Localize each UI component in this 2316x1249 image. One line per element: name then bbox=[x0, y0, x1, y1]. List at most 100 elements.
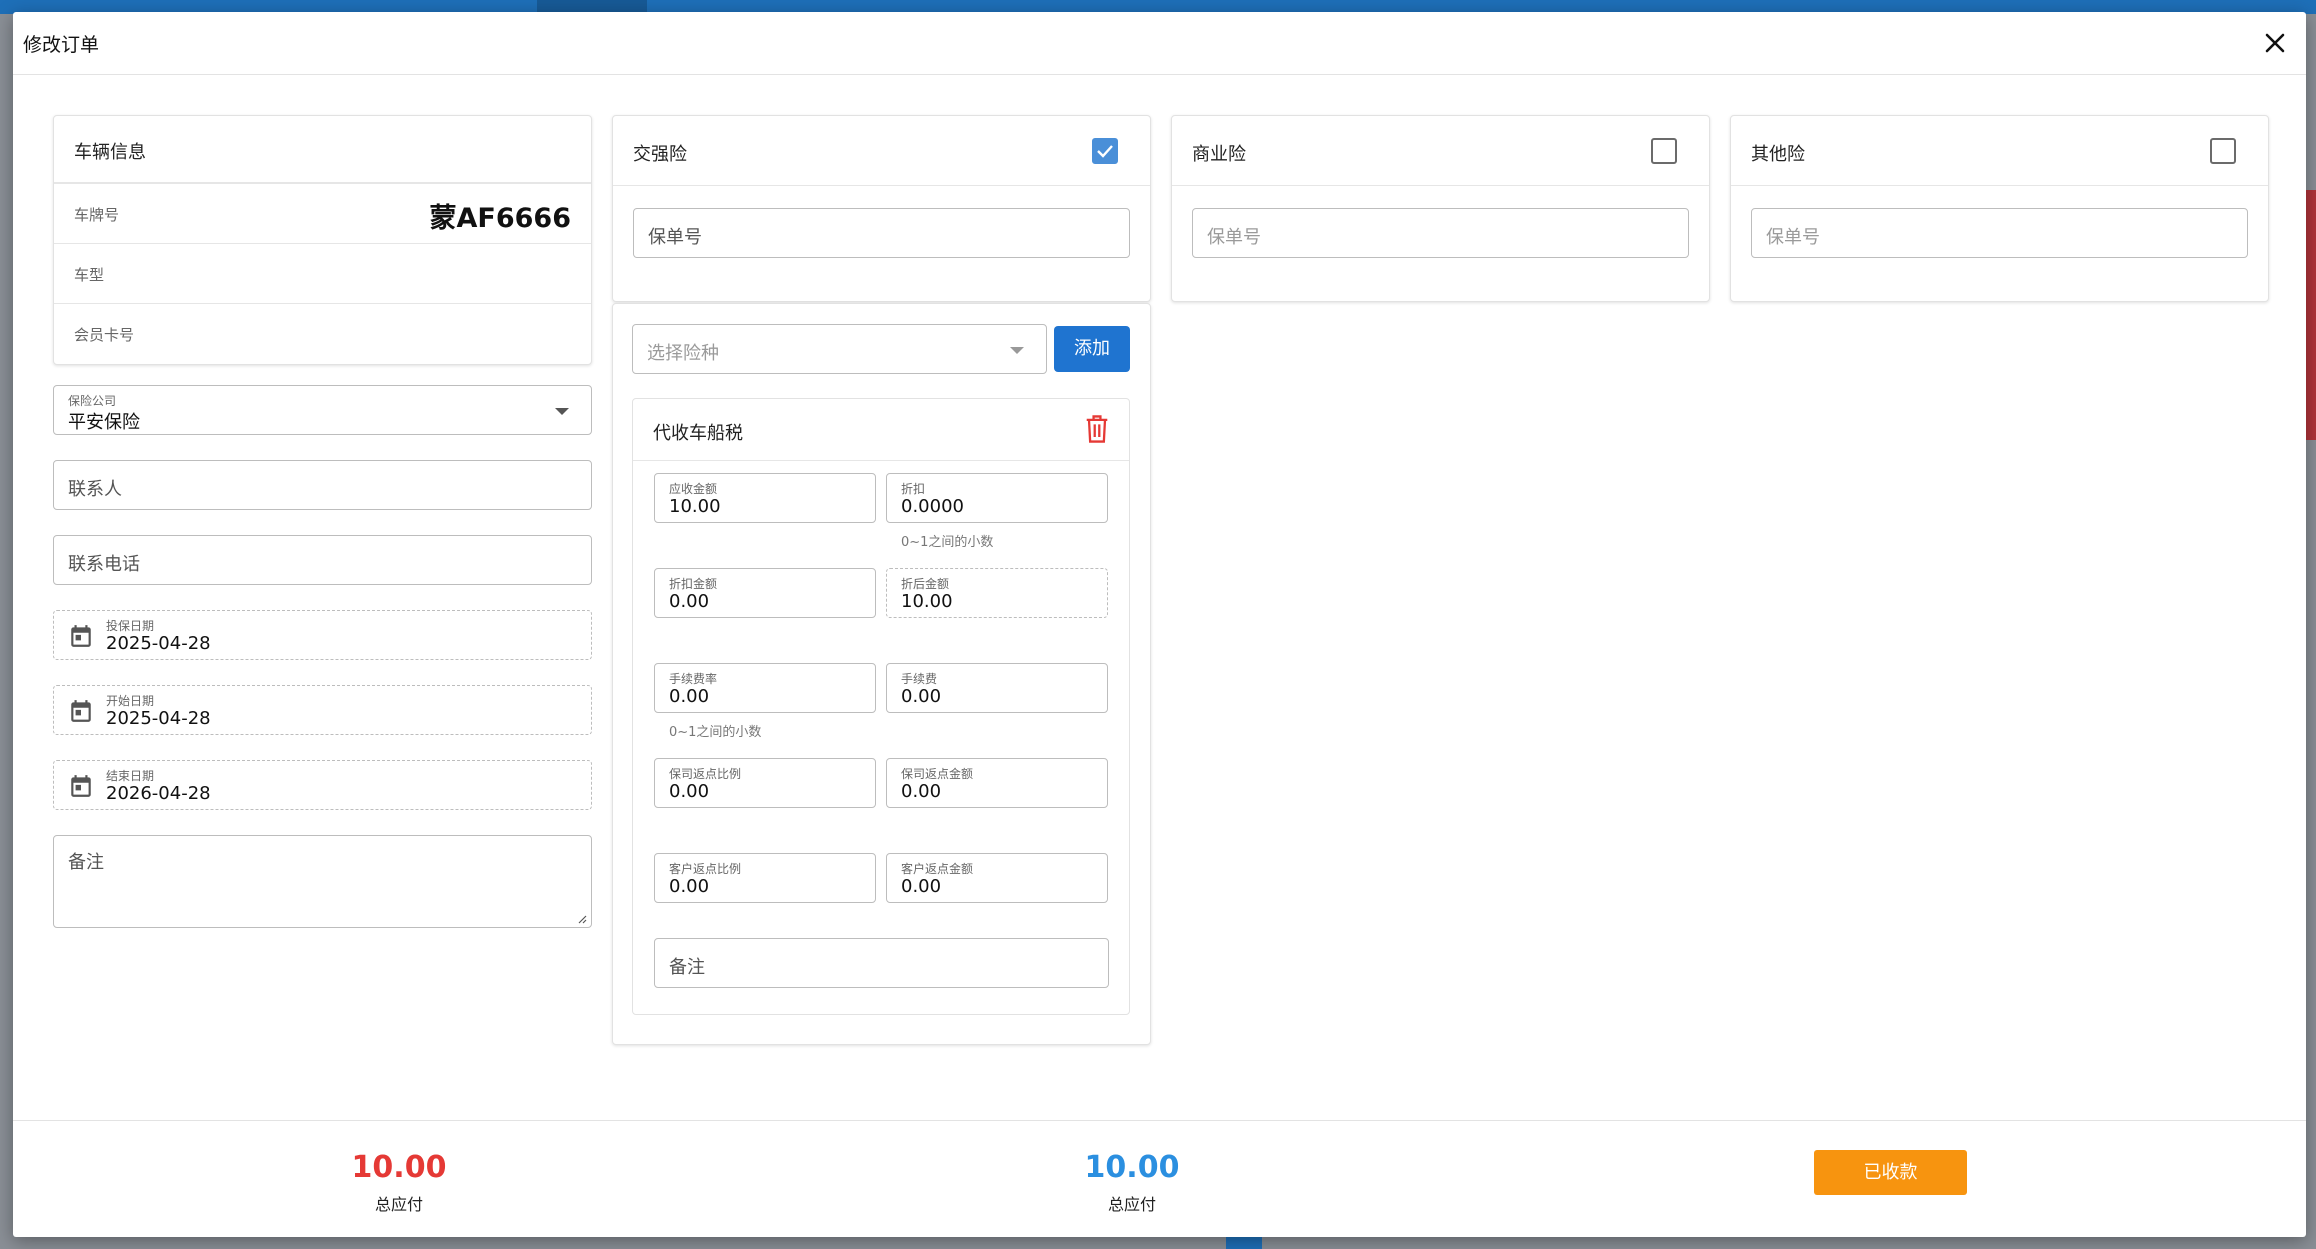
commercial-checkbox[interactable] bbox=[1651, 138, 1677, 164]
insure-date-field[interactable]: 投保日期 2025-04-28 bbox=[53, 610, 592, 660]
vehicle-tax-header: 代收车船税 bbox=[633, 399, 1129, 461]
coverage-type-select[interactable]: 选择险种 bbox=[632, 324, 1047, 374]
company-rebate-ratio-value: 0.00 bbox=[669, 781, 710, 802]
vehicle-info-header: 车辆信息 bbox=[54, 116, 591, 184]
resize-handle-icon[interactable] bbox=[577, 914, 587, 924]
insure-date-label: 投保日期 bbox=[106, 619, 155, 633]
end-date-field[interactable]: 结束日期 2026-04-28 bbox=[53, 760, 592, 810]
compulsory-insurance-card: 交强险 保单号 bbox=[612, 115, 1151, 302]
end-date-value: 2026-04-28 bbox=[106, 783, 211, 804]
start-date-value: 2025-04-28 bbox=[106, 708, 211, 729]
fee-rate-label: 手续费率 bbox=[669, 672, 718, 686]
fee-input[interactable]: 手续费 0.00 bbox=[886, 663, 1108, 713]
fee-rate-hint: 0~1之间的小数 bbox=[669, 725, 762, 740]
commercial-header: 商业险 bbox=[1172, 116, 1709, 186]
compulsory-header: 交强险 bbox=[613, 116, 1150, 186]
insurance-company-value: 平安保险 bbox=[68, 412, 140, 433]
phone-placeholder: 联系电话 bbox=[68, 554, 140, 575]
fee-label: 手续费 bbox=[901, 672, 938, 686]
discount-amount-value: 0.00 bbox=[669, 591, 710, 612]
commercial-title: 商业险 bbox=[1192, 144, 1246, 165]
customer-rebate-amount-value: 0.00 bbox=[901, 876, 942, 897]
insurance-company-label: 保险公司 bbox=[68, 394, 117, 408]
company-rebate-amount-input[interactable]: 保司返点金额 0.00 bbox=[886, 758, 1108, 808]
fee-value: 0.00 bbox=[901, 686, 942, 707]
start-date-field[interactable]: 开始日期 2025-04-28 bbox=[53, 685, 592, 735]
compulsory-checkbox[interactable] bbox=[1092, 138, 1118, 164]
discount-value: 0.0000 bbox=[901, 496, 964, 517]
member-row: 会员卡号 bbox=[54, 304, 591, 364]
close-button[interactable] bbox=[2256, 24, 2294, 62]
contact-input[interactable]: 联系人 bbox=[53, 460, 592, 510]
customer-rebate-ratio-label: 客户返点比例 bbox=[669, 862, 742, 876]
total-payable-1: 10.00 总应付 bbox=[299, 1150, 499, 1215]
receivable-amount-label: 应收金额 bbox=[669, 482, 718, 496]
fee-rate-value: 0.00 bbox=[669, 686, 710, 707]
compulsory-policy-placeholder: 保单号 bbox=[648, 227, 702, 248]
remark-textarea[interactable]: 备注 bbox=[53, 835, 592, 928]
customer-rebate-ratio-input[interactable]: 客户返点比例 0.00 bbox=[654, 853, 876, 903]
item-remark-input[interactable]: 备注 bbox=[654, 938, 1109, 988]
vehicle-info-card: 车辆信息 车牌号 蒙AF6666 车型 会员卡号 bbox=[53, 115, 592, 365]
after-discount-label: 折后金额 bbox=[901, 577, 950, 591]
dialog-title: 修改订单 bbox=[23, 34, 100, 56]
calendar-icon bbox=[71, 625, 91, 647]
calendar-icon bbox=[71, 700, 91, 722]
chevron-down-icon bbox=[555, 408, 569, 415]
vehicle-info-title: 车辆信息 bbox=[74, 142, 146, 163]
remark-placeholder: 备注 bbox=[68, 852, 104, 873]
discount-amount-input[interactable]: 折扣金额 0.00 bbox=[654, 568, 876, 618]
receivable-amount-input[interactable]: 应收金额 10.00 bbox=[654, 473, 876, 523]
insurance-company-select[interactable]: 保险公司 平安保险 bbox=[53, 385, 592, 435]
vehicle-tax-title: 代收车船税 bbox=[653, 423, 743, 444]
after-discount-value: 10.00 bbox=[901, 591, 953, 612]
customer-rebate-amount-input[interactable]: 客户返点金额 0.00 bbox=[886, 853, 1108, 903]
add-coverage-button[interactable]: 添加 bbox=[1054, 326, 1130, 372]
item-remark-placeholder: 备注 bbox=[669, 957, 705, 978]
receivable-amount-value: 10.00 bbox=[669, 496, 721, 517]
insure-date-value: 2025-04-28 bbox=[106, 633, 211, 654]
customer-rebate-ratio-value: 0.00 bbox=[669, 876, 710, 897]
discount-amount-label: 折扣金额 bbox=[669, 577, 718, 591]
total-payable-1-label: 总应付 bbox=[374, 1195, 423, 1214]
end-date-label: 结束日期 bbox=[106, 769, 155, 783]
total-payable-2: 10.00 总应付 bbox=[1032, 1150, 1232, 1215]
other-checkbox[interactable] bbox=[2210, 138, 2236, 164]
paid-button[interactable]: 已收款 bbox=[1814, 1150, 1967, 1195]
other-policy-input[interactable]: 保单号 bbox=[1751, 208, 2248, 258]
model-row: 车型 bbox=[54, 244, 591, 304]
calendar-icon bbox=[71, 775, 91, 797]
chevron-down-icon bbox=[1010, 347, 1024, 354]
customer-rebate-amount-label: 客户返点金额 bbox=[901, 862, 974, 876]
dialog-header: 修改订单 bbox=[13, 12, 2306, 75]
plate-value: 蒙AF6666 bbox=[429, 203, 572, 234]
other-insurance-card: 其他险 保单号 bbox=[1730, 115, 2269, 302]
commercial-policy-placeholder: 保单号 bbox=[1207, 227, 1261, 248]
plate-row: 车牌号 蒙AF6666 bbox=[54, 184, 591, 244]
commercial-insurance-card: 商业险 保单号 bbox=[1171, 115, 1710, 302]
company-rebate-ratio-label: 保司返点比例 bbox=[669, 767, 742, 781]
other-policy-placeholder: 保单号 bbox=[1766, 227, 1820, 248]
commercial-policy-input[interactable]: 保单号 bbox=[1192, 208, 1689, 258]
trash-icon[interactable] bbox=[1083, 413, 1111, 445]
discount-label: 折扣 bbox=[901, 482, 926, 496]
start-date-label: 开始日期 bbox=[106, 694, 155, 708]
plate-label: 车牌号 bbox=[74, 206, 120, 224]
company-rebate-ratio-input[interactable]: 保司返点比例 0.00 bbox=[654, 758, 876, 808]
checkbox-checked-icon bbox=[1097, 145, 1113, 158]
total-payable-2-label: 总应付 bbox=[1107, 1195, 1156, 1214]
other-title: 其他险 bbox=[1751, 144, 1805, 165]
discount-input[interactable]: 折扣 0.0000 bbox=[886, 473, 1108, 523]
compulsory-policy-input[interactable]: 保单号 bbox=[633, 208, 1130, 258]
close-icon bbox=[2265, 33, 2285, 53]
total-payable-2-value: 10.00 bbox=[1084, 1150, 1180, 1185]
member-label: 会员卡号 bbox=[74, 326, 135, 344]
phone-input[interactable]: 联系电话 bbox=[53, 535, 592, 585]
coverage-type-placeholder: 选择险种 bbox=[647, 343, 719, 364]
company-rebate-amount-label: 保司返点金额 bbox=[901, 767, 974, 781]
contact-placeholder: 联系人 bbox=[68, 479, 122, 500]
fee-rate-input[interactable]: 手续费率 0.00 bbox=[654, 663, 876, 713]
compulsory-title: 交强险 bbox=[633, 144, 687, 165]
background-app-strip bbox=[2305, 190, 2316, 440]
background-app-button bbox=[1226, 1236, 1262, 1249]
